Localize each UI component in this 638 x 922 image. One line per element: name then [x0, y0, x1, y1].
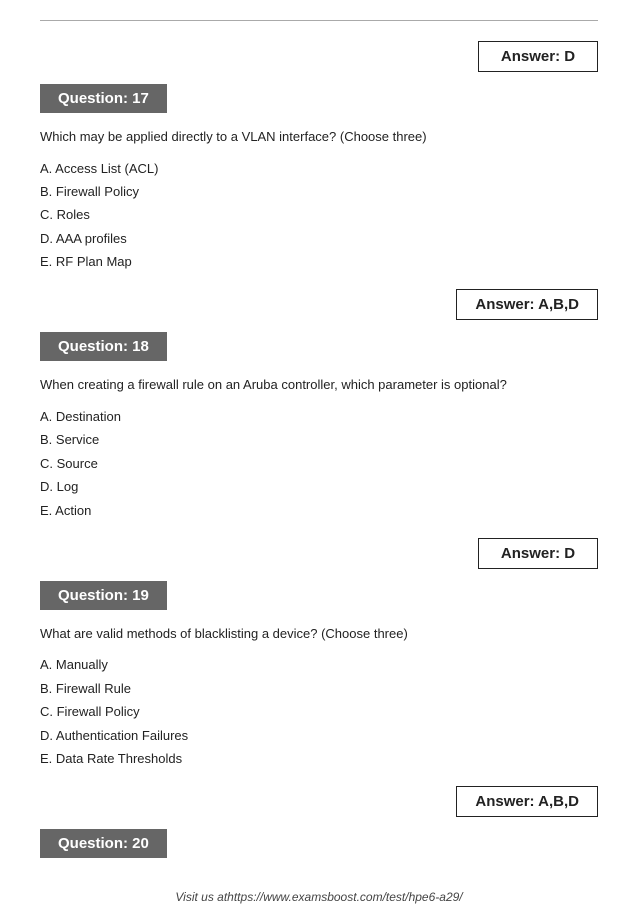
answer-label-2: Answer: A,B,D [456, 289, 598, 320]
section-3: Answer: D Question: 19 What are valid me… [40, 538, 598, 770]
option-1a: A. Access List (ACL) [40, 157, 598, 180]
answer-label-4: Answer: A,B,D [456, 786, 598, 817]
option-2e: E. Action [40, 499, 598, 522]
question-header-3: Question: 19 [40, 581, 167, 610]
footer: Visit us athttps://www.examsboost.com/te… [0, 890, 638, 904]
option-1b: B. Firewall Policy [40, 180, 598, 203]
answer-label-1: Answer: D [478, 41, 598, 72]
section-4: Answer: A,B,D Question: 20 [40, 786, 598, 872]
options-1: A. Access List (ACL) B. Firewall Policy … [40, 157, 598, 274]
page-container: Answer: D Question: 17 Which may be appl… [0, 0, 638, 922]
options-3: A. Manually B. Firewall Rule C. Firewall… [40, 653, 598, 770]
section-2: Answer: A,B,D Question: 18 When creating… [40, 289, 598, 521]
question-header-1: Question: 17 [40, 84, 167, 113]
answer-box-1: Answer: D [40, 41, 598, 72]
question-text-2: When creating a firewall rule on an Arub… [40, 375, 598, 395]
option-2c: C. Source [40, 452, 598, 475]
option-1e: E. RF Plan Map [40, 250, 598, 273]
answer-box-3: Answer: D [40, 538, 598, 569]
option-1c: C. Roles [40, 203, 598, 226]
option-3a: A. Manually [40, 653, 598, 676]
section-1: Answer: D Question: 17 Which may be appl… [40, 41, 598, 273]
option-2d: D. Log [40, 475, 598, 498]
option-3b: B. Firewall Rule [40, 677, 598, 700]
options-2: A. Destination B. Service C. Source D. L… [40, 405, 598, 522]
answer-box-4: Answer: A,B,D [40, 786, 598, 817]
question-header-4: Question: 20 [40, 829, 167, 858]
question-text-3: What are valid methods of blacklisting a… [40, 624, 598, 644]
option-3d: D. Authentication Failures [40, 724, 598, 747]
question-text-1: Which may be applied directly to a VLAN … [40, 127, 598, 147]
option-1d: D. AAA profiles [40, 227, 598, 250]
option-3e: E. Data Rate Thresholds [40, 747, 598, 770]
question-header-2: Question: 18 [40, 332, 167, 361]
option-2a: A. Destination [40, 405, 598, 428]
top-border [40, 20, 598, 21]
answer-label-3: Answer: D [478, 538, 598, 569]
option-3c: C. Firewall Policy [40, 700, 598, 723]
option-2b: B. Service [40, 428, 598, 451]
answer-box-2: Answer: A,B,D [40, 289, 598, 320]
